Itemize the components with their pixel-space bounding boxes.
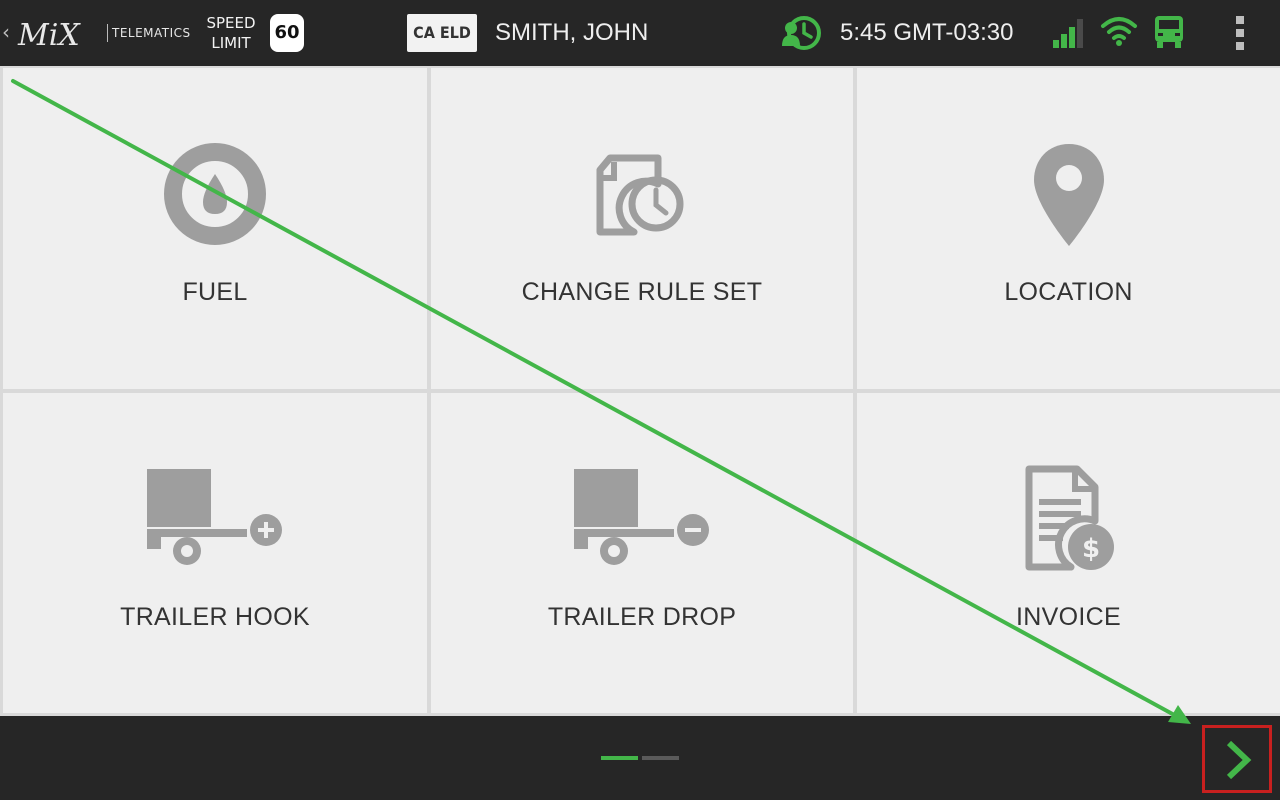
- svg-text:$: $: [1081, 534, 1099, 564]
- speed-limit-value: 60: [270, 14, 304, 52]
- tile-label: TRAILER DROP: [547, 603, 737, 631]
- svg-text:MiX: MiX: [17, 18, 81, 53]
- wifi-icon: [1100, 14, 1138, 48]
- eld-badge[interactable]: CA ELD: [407, 14, 477, 52]
- more-vertical-icon[interactable]: [1230, 14, 1250, 52]
- clock-time: 5:45 GMT-03:30: [840, 19, 1014, 46]
- tile-label: TRAILER HOOK: [120, 603, 310, 631]
- mix-logo: MiX: [16, 12, 100, 54]
- page-indicator-active[interactable]: [601, 756, 638, 760]
- speed-limit-label-line1: SPEED: [206, 14, 256, 32]
- map-pin-icon: [1032, 142, 1106, 252]
- driver-name[interactable]: SMITH, JOHN: [495, 16, 648, 50]
- tile-label: CHANGE RULE SET: [521, 278, 763, 306]
- tile-label: LOCATION: [1004, 278, 1133, 306]
- bottom-bar: [0, 716, 1280, 800]
- app-screen: ‹ MiX TELEMATICS SPEED LIMIT 60 CA ELD S…: [0, 0, 1280, 800]
- cell-signal-icon: [1052, 16, 1086, 50]
- hos-clock-icon[interactable]: [780, 14, 822, 52]
- tile-trailer-hook[interactable]: TRAILER HOOK: [3, 393, 427, 713]
- tile-fuel[interactable]: FUEL: [3, 68, 427, 389]
- back-chevron-icon[interactable]: ‹: [2, 20, 14, 44]
- tile-label: FUEL: [182, 278, 248, 306]
- page-indicator-inactive[interactable]: [642, 756, 679, 760]
- trailer-remove-icon: [572, 467, 712, 571]
- trailer-add-icon: [145, 467, 285, 571]
- chevron-right-icon: [1226, 740, 1252, 780]
- action-grid: FUEL CHANGE RULE SET LOCATION TRAILER HO…: [0, 66, 1280, 716]
- tile-trailer-drop[interactable]: TRAILER DROP: [431, 393, 853, 713]
- speed-limit-label: SPEED LIMIT: [200, 13, 262, 53]
- invoice-dollar-icon: $: [1021, 465, 1117, 577]
- top-bar: ‹ MiX TELEMATICS SPEED LIMIT 60 CA ELD S…: [0, 0, 1280, 66]
- telematics-label: TELEMATICS: [107, 24, 191, 42]
- next-page-button[interactable]: [1202, 725, 1272, 793]
- speed-limit-label-line2: LIMIT: [211, 34, 251, 52]
- tile-change-rule-set[interactable]: CHANGE RULE SET: [431, 68, 853, 389]
- document-clock-icon: [596, 154, 688, 240]
- tile-label: INVOICE: [1016, 603, 1121, 631]
- mix-logo-icon: MiX: [17, 18, 81, 53]
- fuel-drop-icon: [163, 142, 267, 250]
- tile-invoice[interactable]: $ INVOICE: [857, 393, 1280, 713]
- truck-icon[interactable]: [1153, 14, 1185, 50]
- tile-location[interactable]: LOCATION: [857, 68, 1280, 389]
